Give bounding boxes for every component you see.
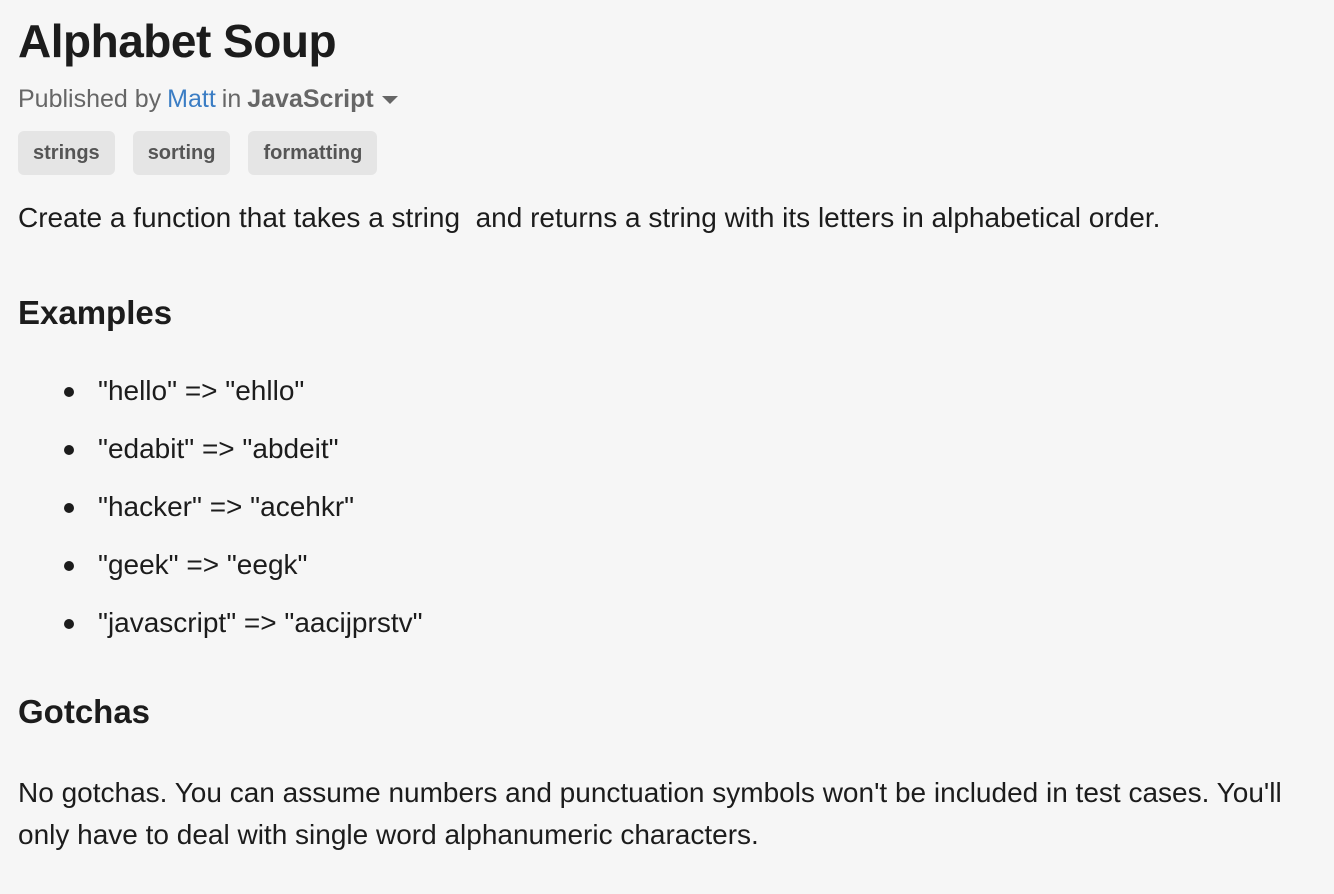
example-text: "hello" => "ehllo"	[98, 375, 305, 406]
examples-list: "hello" => "ehllo" "edabit" => "abdeit" …	[18, 374, 1316, 640]
example-text: "hacker" => "acehkr"	[98, 491, 355, 522]
language-label: JavaScript	[247, 85, 374, 113]
in-label: in	[221, 85, 242, 113]
bullet-icon	[64, 619, 74, 629]
example-item: "hacker" => "acehkr"	[18, 490, 1316, 524]
caret-down-icon	[381, 96, 398, 104]
tag-formatting[interactable]: formatting	[248, 131, 378, 175]
example-text: "javascript" => "aacijprstv"	[98, 607, 423, 638]
bullet-icon	[64, 503, 74, 513]
published-by-label: Published by	[18, 85, 162, 113]
challenge-title: Alphabet Soup	[18, 15, 337, 67]
gotchas-text: No gotchas. You can assume numbers and p…	[18, 777, 1282, 850]
example-item: "geek" => "eegk"	[18, 548, 1316, 582]
tag-sorting[interactable]: sorting	[132, 131, 231, 175]
challenge-page: Alphabet Soup Published by Matt in JavaS…	[0, 0, 1334, 856]
challenge-description: Create a function that takes a string an…	[18, 202, 1161, 233]
example-item: "edabit" => "abdeit"	[18, 432, 1316, 466]
tag-list: strings sorting formatting	[18, 131, 1316, 175]
bullet-icon	[64, 561, 74, 571]
publish-info: Published by Matt in JavaScript	[18, 84, 1316, 114]
gotchas-heading: Gotchas	[18, 693, 151, 730]
bullet-icon	[64, 445, 74, 455]
author-link[interactable]: Matt	[167, 84, 216, 114]
examples-heading: Examples	[18, 294, 173, 331]
bullet-icon	[64, 387, 74, 397]
example-text: "geek" => "eegk"	[98, 549, 308, 580]
language-dropdown[interactable]: JavaScript	[247, 84, 398, 114]
example-item: "hello" => "ehllo"	[18, 374, 1316, 408]
tag-strings[interactable]: strings	[18, 131, 115, 175]
example-text: "edabit" => "abdeit"	[98, 433, 339, 464]
example-item: "javascript" => "aacijprstv"	[18, 606, 1316, 640]
